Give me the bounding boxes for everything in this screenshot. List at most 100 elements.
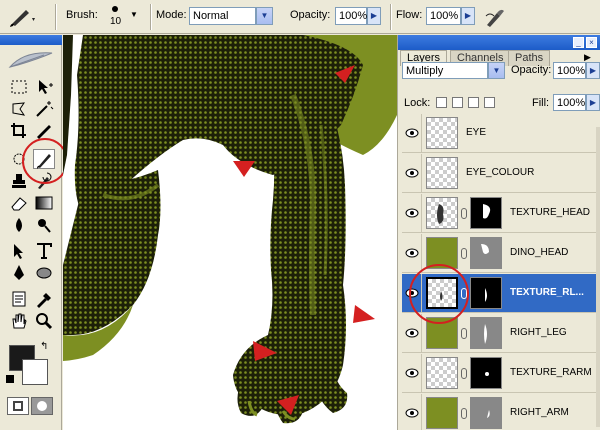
gradient-icon[interactable]	[33, 193, 55, 213]
layer-name: RIGHT_ARM	[510, 407, 569, 418]
chevron-right-icon[interactable]: ▶	[461, 7, 475, 25]
opacity-label: Opacity:	[290, 9, 331, 21]
lasso-icon[interactable]	[8, 99, 30, 119]
zoom-icon[interactable]	[33, 311, 55, 331]
chain-link-icon[interactable]	[461, 328, 467, 339]
layer-mask-thumbnail[interactable]	[470, 357, 502, 389]
layer-opacity-field[interactable]: 100%	[553, 62, 586, 79]
standard-mode-icon	[13, 401, 23, 411]
dino-edge	[63, 35, 73, 175]
type-icon[interactable]	[33, 241, 55, 261]
eraser-icon[interactable]	[8, 193, 30, 213]
lock-transparent-icon[interactable]	[436, 97, 447, 108]
chevron-down-icon[interactable]: ▼	[488, 62, 505, 79]
ellipse-shape-icon[interactable]	[33, 263, 55, 283]
lock-label: Lock:	[404, 97, 431, 109]
options-separator	[55, 4, 57, 30]
minimize-icon[interactable]: _	[573, 37, 584, 48]
layer-name: EYE_COLOUR	[466, 167, 535, 178]
layer-opacity-label: Opacity:	[511, 64, 552, 76]
eye-icon	[405, 208, 419, 218]
blur-icon[interactable]	[8, 215, 30, 235]
flow-field[interactable]: 100%	[426, 7, 461, 25]
chain-link-icon[interactable]	[461, 408, 467, 419]
layer-row[interactable]: TEXTURE_HEAD	[402, 194, 598, 233]
brush-size: 10	[110, 16, 122, 27]
chevron-down-icon[interactable]: ▼	[256, 7, 273, 25]
brush-picker[interactable]: 10 ▼	[104, 4, 144, 30]
lock-position-icon[interactable]	[468, 97, 479, 108]
layer-thumbnail	[426, 397, 458, 429]
standard-mode-button[interactable]	[7, 397, 29, 415]
visibility-toggle[interactable]	[402, 234, 422, 272]
layer-name: DINO_HEAD	[510, 247, 569, 258]
layer-mask-thumbnail[interactable]	[470, 237, 502, 269]
options-bar: Brush: 10 ▼ Mode: Normal ▼ Opacity: 100%…	[0, 0, 600, 34]
chevron-right-icon[interactable]: ▶	[586, 94, 600, 111]
mode-select[interactable]: Normal	[189, 7, 256, 25]
layer-thumbnail-highlight	[409, 264, 469, 324]
annotation-arrow	[233, 161, 255, 177]
visibility-toggle[interactable]	[402, 114, 422, 152]
chain-link-icon[interactable]	[461, 368, 467, 379]
brush-dot-icon	[112, 6, 118, 12]
layer-mask-thumbnail[interactable]	[470, 317, 502, 349]
layer-row[interactable]: EYE	[402, 114, 598, 153]
visibility-toggle[interactable]	[402, 394, 422, 430]
eyedropper-icon[interactable]	[33, 289, 55, 309]
magic-wand-icon[interactable]	[33, 99, 55, 119]
notes-icon[interactable]	[8, 289, 30, 309]
chain-link-icon[interactable]	[461, 208, 467, 219]
layer-thumbnail	[426, 197, 458, 229]
move-icon[interactable]	[33, 77, 55, 97]
eye-icon	[405, 168, 419, 178]
annotation-arrow	[353, 305, 375, 323]
tools-panel: ↰	[0, 35, 68, 430]
layer-row[interactable]: RIGHT_ARM	[402, 394, 598, 430]
layer-name: TEXTURE_RARM	[510, 367, 592, 378]
document-canvas[interactable]	[63, 35, 397, 430]
chain-link-icon[interactable]	[461, 248, 467, 259]
tools-title-bar[interactable]	[0, 35, 62, 45]
visibility-toggle[interactable]	[402, 354, 422, 392]
layer-mask-thumbnail[interactable]	[470, 397, 502, 429]
options-separator	[390, 4, 392, 30]
visibility-toggle[interactable]	[402, 314, 422, 352]
crop-icon[interactable]	[8, 121, 30, 141]
hand-icon[interactable]	[8, 311, 30, 331]
path-selection-icon[interactable]	[8, 241, 30, 261]
layer-row[interactable]: TEXTURE_RARM	[402, 354, 598, 393]
fill-field[interactable]: 100%	[553, 94, 586, 111]
brush-label: Brush:	[66, 9, 98, 21]
layer-thumbnail	[426, 117, 458, 149]
layers-scrollbar[interactable]	[596, 127, 600, 427]
feather-logo-icon	[4, 49, 58, 71]
marquee-icon[interactable]	[8, 77, 30, 97]
chevron-right-icon[interactable]: ▶	[367, 7, 381, 25]
quick-mask-button[interactable]	[31, 397, 53, 415]
swap-colors-icon[interactable]: ↰	[40, 341, 48, 352]
layer-mask-thumbnail[interactable]	[470, 277, 502, 309]
visibility-toggle[interactable]	[402, 194, 422, 232]
eye-icon	[405, 408, 419, 418]
brush-tool-preset-icon[interactable]	[8, 6, 38, 28]
blend-mode-select[interactable]: Multiply	[402, 62, 488, 79]
layer-name: RIGHT_LEG	[510, 327, 567, 338]
dinosaur-artwork	[63, 35, 397, 424]
pen-icon[interactable]	[8, 263, 30, 283]
mode-label: Mode:	[156, 9, 187, 21]
lock-image-icon[interactable]	[452, 97, 463, 108]
layer-row[interactable]: EYE_COLOUR	[402, 154, 598, 193]
lock-all-icon[interactable]	[484, 97, 495, 108]
background-color-swatch[interactable]	[22, 359, 48, 385]
chevron-right-icon[interactable]: ▶	[586, 62, 600, 79]
layers-title-bar[interactable]: _ ×	[398, 35, 600, 50]
layer-name: TEXTURE_RL...	[510, 287, 584, 298]
layer-mask-thumbnail[interactable]	[470, 197, 502, 229]
visibility-toggle[interactable]	[402, 154, 422, 192]
default-colors-icon[interactable]	[6, 375, 14, 383]
close-icon[interactable]: ×	[586, 37, 597, 48]
airbrush-icon[interactable]	[484, 6, 506, 28]
dodge-icon[interactable]	[33, 215, 55, 235]
opacity-field[interactable]: 100%	[335, 7, 367, 25]
